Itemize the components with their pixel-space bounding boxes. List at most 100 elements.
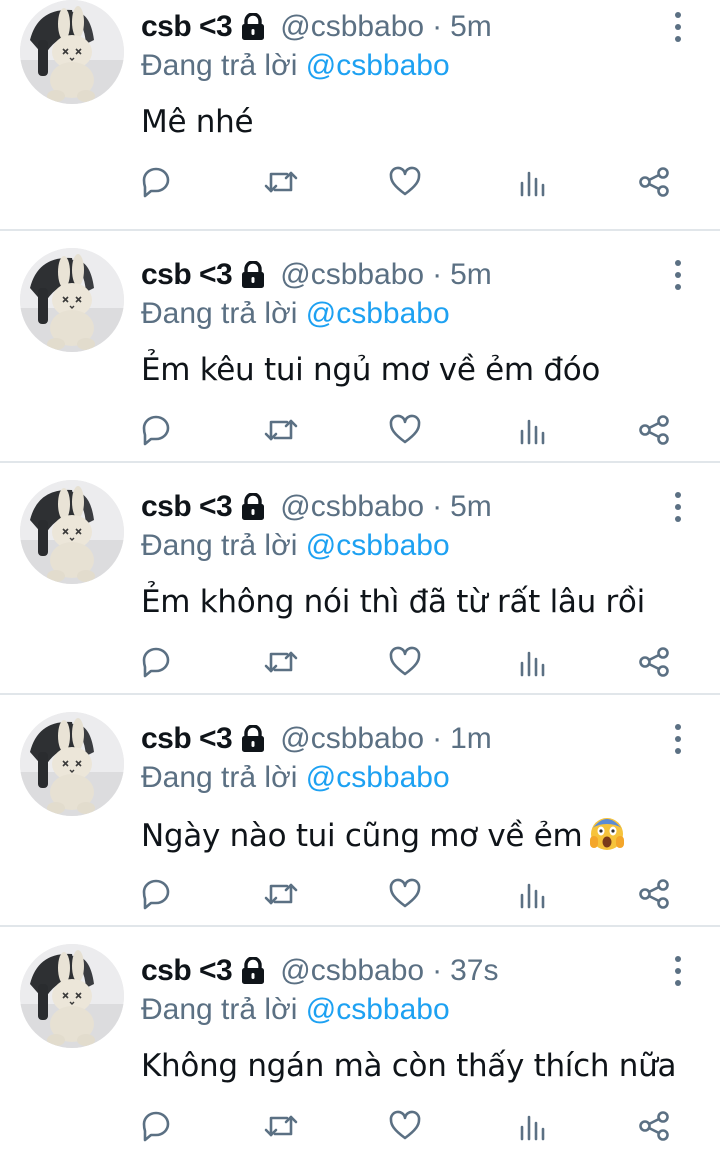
retweet-button[interactable] [261,162,301,202]
tweet[interactable]: csb <3 @csbbabo · 5m Đang trả lời @csbba… [0,463,720,695]
display-name[interactable]: csb <3 [141,720,233,758]
reply-thread: csb <3 @csbbabo · 5m Đang trả lời @csbba… [0,0,720,1159]
share-button[interactable] [634,874,674,914]
replying-to-label: Đang trả lời [141,529,298,562]
replying-to-label: Đang trả lời [141,49,298,82]
tweet-header: csb <3 @csbbabo · 5m [141,8,492,46]
share-button[interactable] [634,1106,674,1146]
tweet[interactable]: csb <3 @csbbabo · 5m Đang trả lời @csbba… [0,231,720,463]
screaming-face-emoji [588,814,626,862]
retweet-button[interactable] [261,642,301,682]
share-button[interactable] [634,162,674,202]
like-button[interactable] [385,642,425,682]
mention-link[interactable]: @csbbabo [306,761,450,794]
tweet-text-content: Ngày nào tui cũng mơ về ẻm [141,818,583,854]
mention-link[interactable]: @csbbabo [306,297,450,330]
speech-bubble-icon [142,167,170,198]
user-handle[interactable]: @csbbabo [280,256,424,294]
reply-button[interactable] [136,1106,176,1146]
heart-icon [389,166,421,196]
display-name[interactable]: csb <3 [141,256,233,294]
separator-dot: · [432,258,443,291]
separator-dot: · [432,722,443,755]
reply-button[interactable] [136,162,176,202]
display-name[interactable]: csb <3 [141,952,233,990]
speech-bubble-icon [142,1111,170,1142]
tweet-actions [0,162,720,202]
tweet-text: Không ngán mà còn thấy thích nữa [141,1046,676,1086]
tweet-text-content: Mê nhé [141,104,254,140]
like-button[interactable] [385,410,425,450]
like-button[interactable] [385,162,425,202]
avatar[interactable] [20,944,124,1048]
like-button[interactable] [385,874,425,914]
share-icon [639,167,669,197]
like-button[interactable] [385,1106,425,1146]
vertical-dots-icon[interactable] [666,260,690,290]
mention-link[interactable]: @csbbabo [306,529,450,562]
user-handle[interactable]: @csbbabo [280,720,424,758]
bunny-plush-avatar-image [20,944,124,1048]
replying-to: Đang trả lời @csbbabo [141,47,450,85]
stats-button[interactable] [511,410,551,450]
bunny-plush-avatar-image [20,712,124,816]
retweet-arrows-icon [264,1115,298,1137]
vertical-dots-icon[interactable] [666,724,690,754]
bar-chart-icon [520,1115,545,1141]
heart-icon [389,1110,421,1140]
tweet-text-content: Ẻm kêu tui ngủ mơ về ẻm đóo [141,352,601,388]
user-handle[interactable]: @csbbabo [280,952,424,990]
retweet-button[interactable] [261,874,301,914]
replying-to: Đang trả lời @csbbabo [141,295,450,333]
retweet-button[interactable] [261,1106,301,1146]
display-name[interactable]: csb <3 [141,488,233,526]
display-name[interactable]: csb <3 [141,8,233,46]
stats-button[interactable] [511,642,551,682]
vertical-dots-icon[interactable] [666,492,690,522]
separator-dot: · [432,10,443,43]
reply-button[interactable] [136,874,176,914]
reply-button[interactable] [136,642,176,682]
speech-bubble-icon [142,879,170,910]
replying-to: Đang trả lời @csbbabo [141,759,450,797]
share-button[interactable] [634,642,674,682]
tweet[interactable]: csb <3 @csbbabo · 5m Đang trả lời @csbba… [0,0,720,231]
stats-button[interactable] [511,1106,551,1146]
timestamp[interactable]: 5m [450,488,492,526]
retweet-button[interactable] [261,410,301,450]
tweet[interactable]: csb <3 @csbbabo · 1m Đang trả lời @csbba… [0,695,720,927]
mention-link[interactable]: @csbbabo [306,993,450,1026]
avatar[interactable] [20,0,124,104]
avatar[interactable] [20,480,124,584]
bar-chart-icon [520,651,545,677]
stats-button[interactable] [511,162,551,202]
vertical-dots-icon[interactable] [666,12,690,42]
bar-chart-icon [520,883,545,909]
tweet[interactable]: csb <3 @csbbabo · 37s Đang trả lời @csbb… [0,927,720,1159]
timestamp[interactable]: 1m [450,720,492,758]
tweet-text-content: Không ngán mà còn thấy thích nữa [141,1048,677,1084]
share-button[interactable] [634,410,674,450]
share-icon [639,879,669,909]
heart-icon [389,646,421,676]
heart-icon [389,878,421,908]
vertical-dots-icon[interactable] [666,956,690,986]
timestamp[interactable]: 5m [450,8,492,46]
avatar[interactable] [20,712,124,816]
retweet-arrows-icon [264,651,298,673]
avatar[interactable] [20,248,124,352]
bar-chart-icon [520,419,545,445]
user-handle[interactable]: @csbbabo [280,488,424,526]
tweet-actions [0,642,720,682]
heart-icon [389,414,421,444]
replying-to-label: Đang trả lời [141,993,298,1026]
separator-dot: · [432,490,443,523]
user-handle[interactable]: @csbbabo [280,8,424,46]
timestamp[interactable]: 5m [450,256,492,294]
reply-button[interactable] [136,410,176,450]
bunny-plush-avatar-image [20,248,124,352]
tweet-header: csb <3 @csbbabo · 37s [141,952,499,990]
timestamp[interactable]: 37s [450,952,498,990]
mention-link[interactable]: @csbbabo [306,49,450,82]
stats-button[interactable] [511,874,551,914]
